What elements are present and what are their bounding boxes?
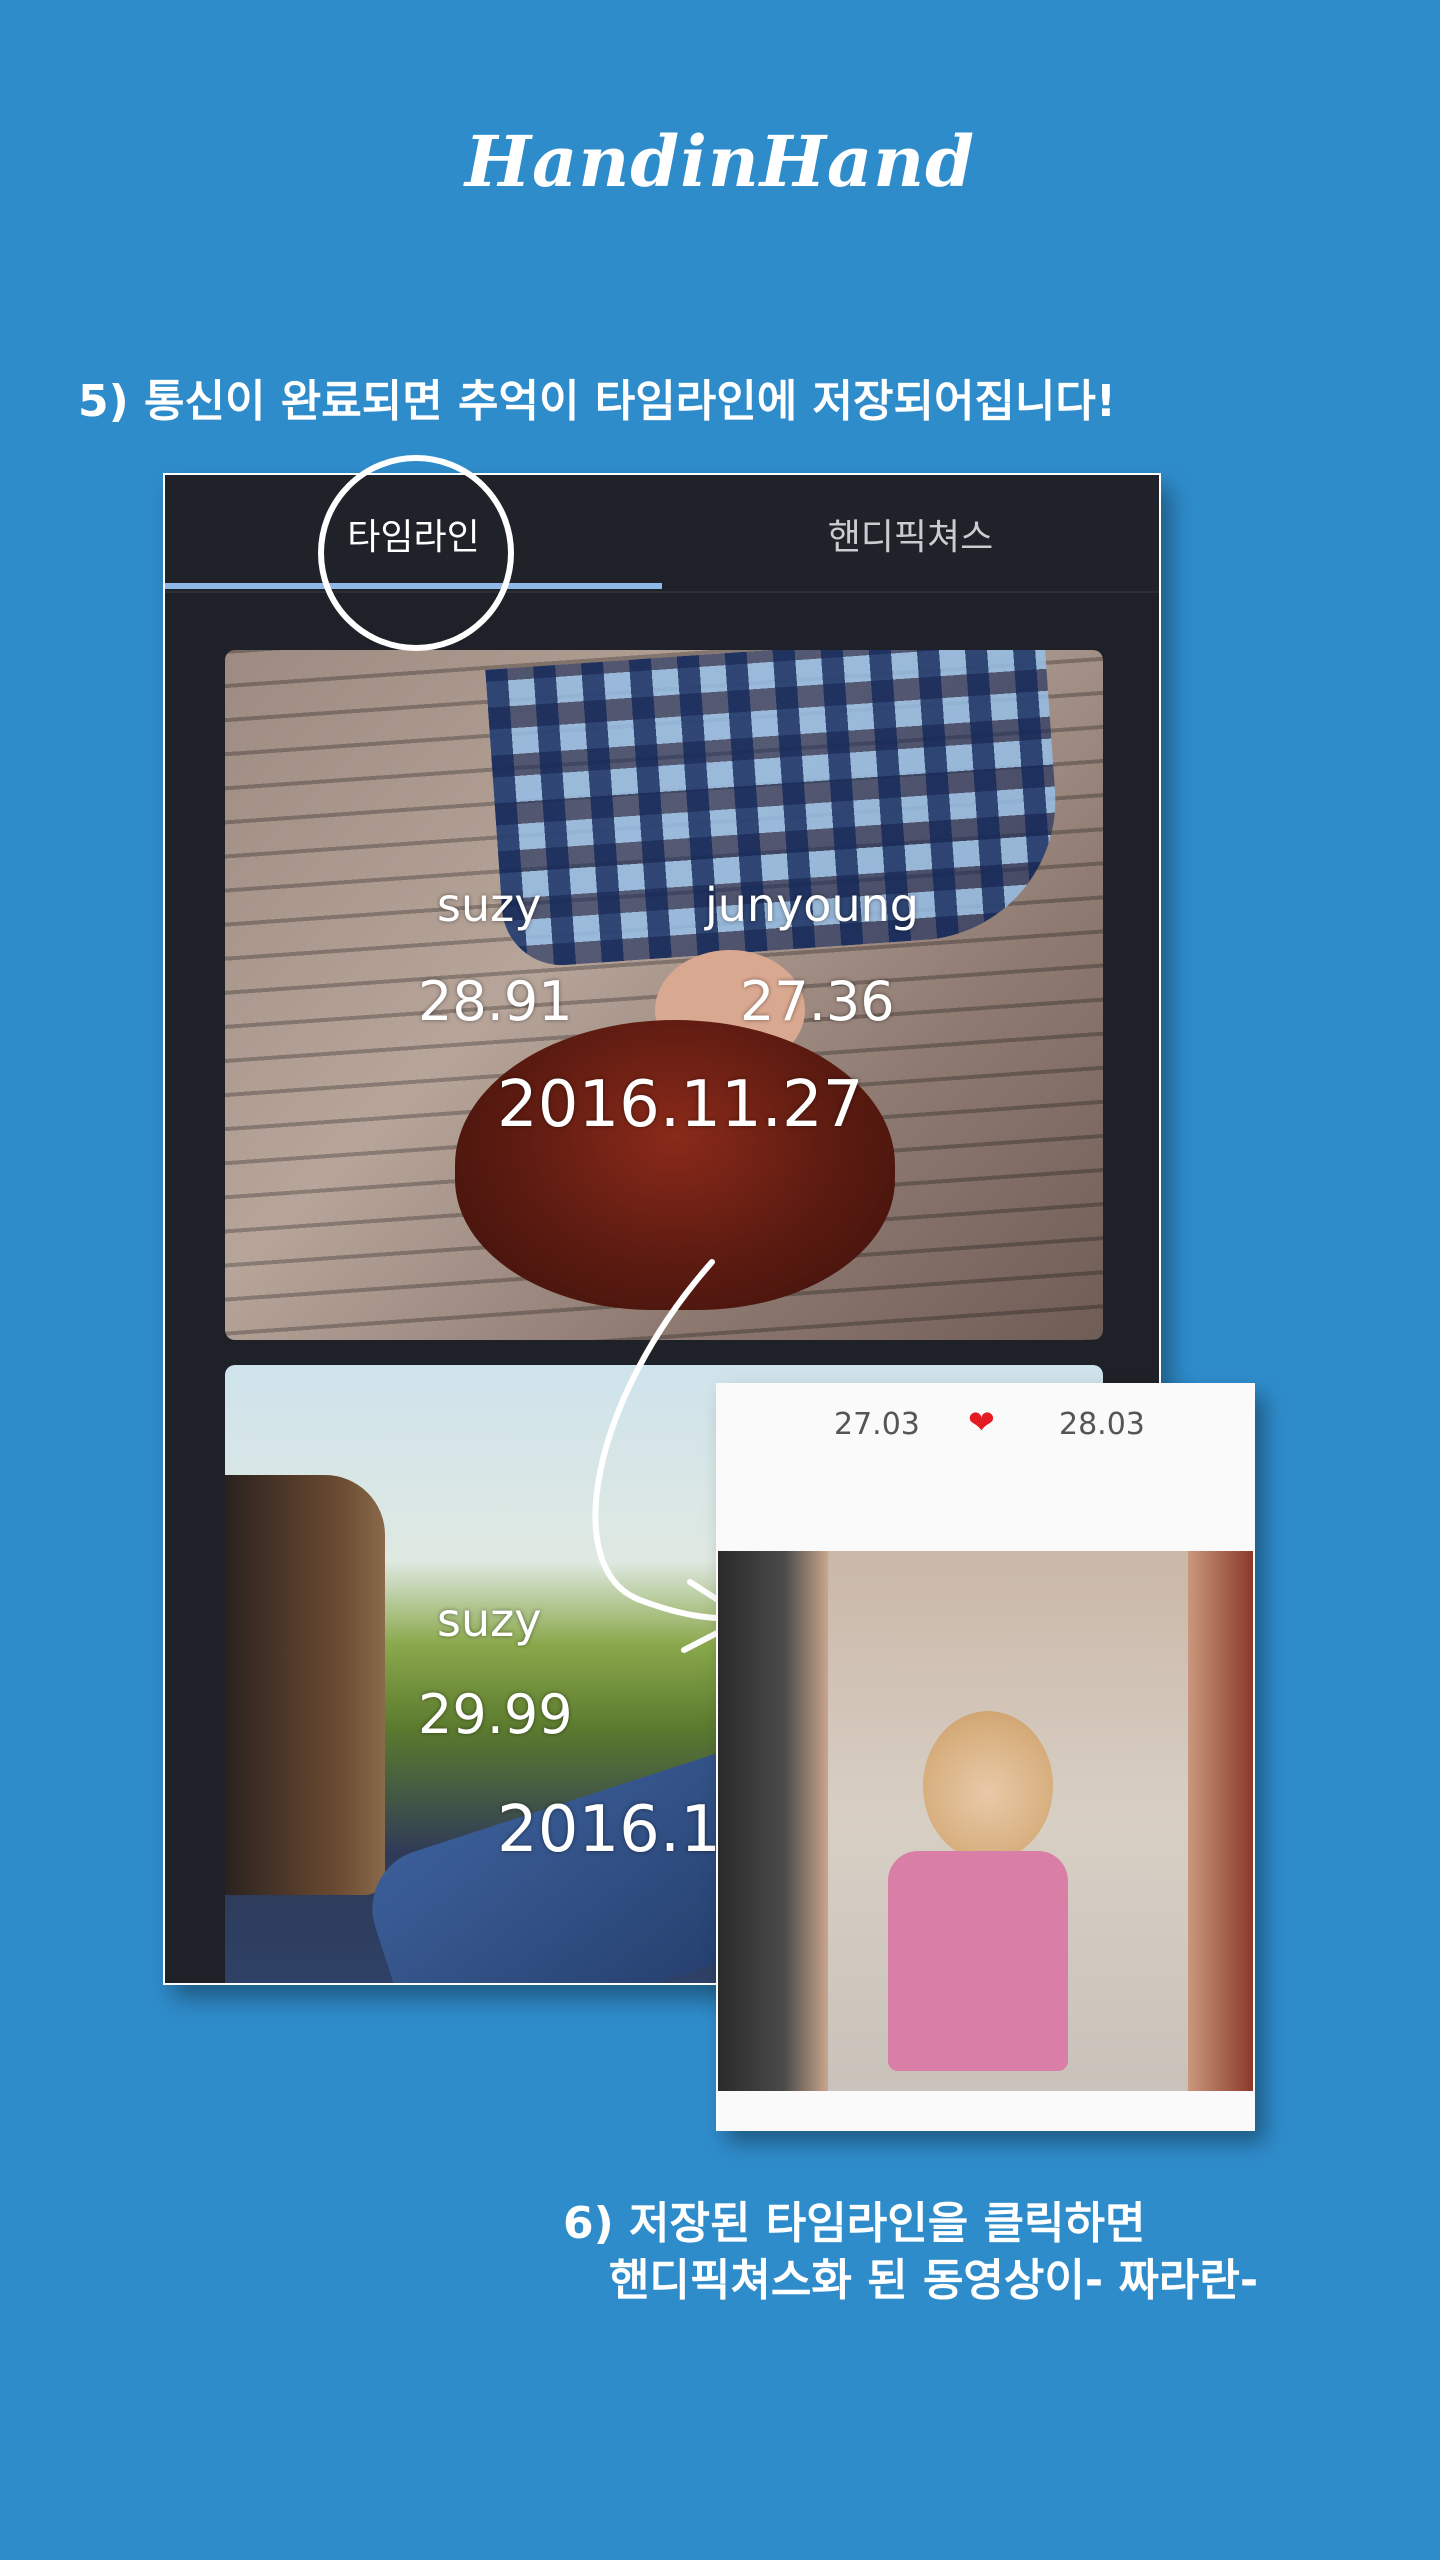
card-date: 2016.11.27 bbox=[497, 1068, 864, 1142]
photo-child-head bbox=[923, 1711, 1053, 1861]
timeline-card[interactable]: suzy junyoung 28.91 27.36 2016.11.27 bbox=[225, 650, 1103, 1340]
date-left: 27.03 bbox=[834, 1407, 920, 1442]
date-right: 28.03 bbox=[1059, 1407, 1145, 1442]
photo-car bbox=[225, 1475, 385, 1895]
photo-adult-left bbox=[718, 1551, 828, 2091]
photo-adult-right bbox=[1188, 1551, 1253, 2091]
step-6-line-1: 6) 저장된 타임라인을 클릭하면 bbox=[563, 2198, 1146, 2249]
step-6-caption: 6) 저장된 타임라인을 클릭하면 핸디픽쳐스화 된 동영상이- 짜라란- bbox=[563, 2195, 1258, 2309]
tab-bar: 타임라인 핸디픽쳐스 bbox=[165, 475, 1159, 593]
card-name-left: suzy bbox=[437, 878, 542, 932]
video-preview-card[interactable]: 27.03 ❤ 28.03 bbox=[716, 1383, 1255, 2131]
photo-child-body bbox=[888, 1851, 1068, 2071]
highlight-circle bbox=[318, 455, 514, 651]
tab-handy-pictures[interactable]: 핸디픽쳐스 bbox=[662, 475, 1159, 593]
step-6-line-2: 핸디픽쳐스화 된 동영상이- 짜라란- bbox=[563, 2255, 1259, 2307]
heart-icon: ❤ bbox=[968, 1403, 995, 1441]
card-name-right: junyoung bbox=[705, 878, 919, 932]
step-5-caption: 5) 통신이 완료되면 추억이 타임라인에 저장되어집니다! bbox=[78, 376, 1116, 427]
card-score-right: 27.36 bbox=[740, 970, 895, 1033]
card-score-left: 29.99 bbox=[418, 1683, 573, 1746]
card-score-left: 28.91 bbox=[418, 970, 573, 1033]
app-logo: HandinHand bbox=[464, 120, 976, 203]
card-name-left: suzy bbox=[437, 1593, 542, 1647]
photo-hair bbox=[455, 1020, 895, 1310]
video-header: 27.03 ❤ 28.03 bbox=[716, 1383, 1255, 1553]
video-thumbnail[interactable] bbox=[718, 1551, 1253, 2091]
